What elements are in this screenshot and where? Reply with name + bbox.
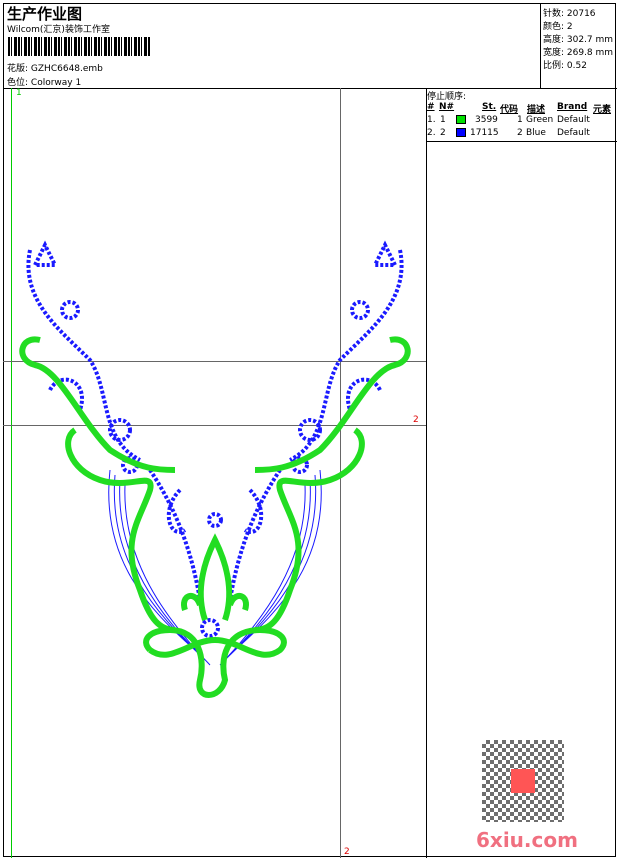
blue-motifs bbox=[26, 240, 404, 638]
production-sheet: 生产作业图 Wilcom(汇京)装饰工作室 花版: GZHC6648.emb 色… bbox=[0, 0, 620, 860]
seal-stamp bbox=[511, 769, 535, 793]
embroidery-design bbox=[19, 240, 411, 698]
watermark-logo: 6xiu.com bbox=[476, 828, 578, 852]
